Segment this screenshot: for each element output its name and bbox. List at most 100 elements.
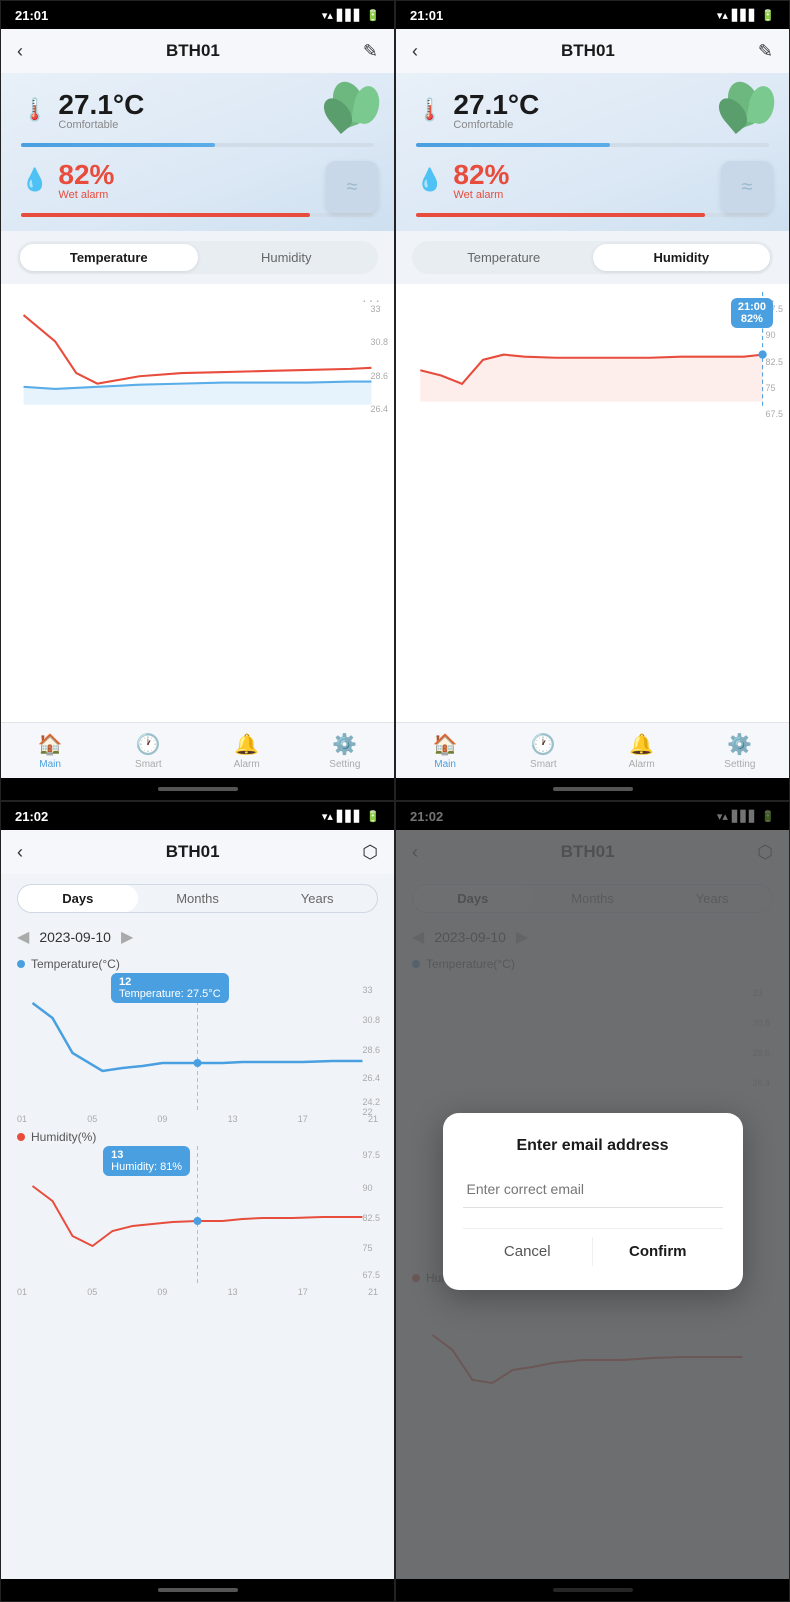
tooltip-value: 82%	[738, 313, 766, 325]
setting-label-2: Setting	[724, 759, 755, 770]
axis-label-2: 75	[765, 383, 783, 393]
temp-value-2: 27.1°C	[453, 89, 539, 121]
status-bar-2: 21:01 ▾▴ ▋▋▋ 🔋	[396, 1, 789, 29]
setting-label-1: Setting	[329, 759, 360, 770]
date-value-3: 2023-09-10	[39, 929, 111, 945]
smart-label-1: Smart	[135, 759, 162, 770]
axis-label-2: 90	[765, 330, 783, 340]
temp-icon-2: 🌡️	[416, 97, 443, 123]
signal-icon-3: ▋▋▋	[337, 810, 362, 823]
tab-humidity-2[interactable]: Humidity	[593, 244, 771, 271]
temp-progress-fill-2	[416, 143, 610, 147]
alarm-label-1: Alarm	[234, 759, 260, 770]
wifi-icon: ▾▴	[322, 9, 333, 22]
cancel-button-4[interactable]: Cancel	[463, 1229, 593, 1274]
axis-label-2: 67.5	[765, 409, 783, 419]
svg-text:75: 75	[363, 1243, 373, 1253]
tab-temperature-2[interactable]: Temperature	[415, 244, 593, 271]
share-icon-3[interactable]: ⬡	[362, 842, 378, 863]
wifi-icon-3: ▾▴	[322, 810, 333, 823]
back-icon-3[interactable]: ‹	[17, 842, 23, 863]
nav-alarm-1[interactable]: 🔔 Alarm	[198, 723, 296, 778]
main-label-2: Main	[434, 759, 456, 770]
chart-area-2: ··· 21:00 82% 97.5 90 82.5 75 67.5	[396, 284, 789, 722]
hum-progress-fill-1	[21, 213, 310, 217]
edit-icon-2[interactable]: ✎	[758, 41, 773, 62]
hum-chart-label-3: Humidity(%)	[31, 1130, 96, 1144]
nav-setting-2[interactable]: ⚙️ Setting	[691, 723, 789, 778]
hum-label-row-3: Humidity(%)	[1, 1124, 394, 1146]
home-bar-2	[553, 787, 633, 791]
panel-top-right: 21:01 ▾▴ ▋▋▋ 🔋 ‹ BTH01 ✎ 🌡️ 27.1°C Comfo…	[395, 0, 790, 801]
setting-icon-2: ⚙️	[727, 732, 752, 757]
nav-smart-2[interactable]: 🕐 Smart	[494, 723, 592, 778]
status-icons-3: ▾▴ ▋▋▋ 🔋	[322, 810, 380, 823]
back-icon-1[interactable]: ‹	[17, 41, 23, 62]
tab-humidity-1[interactable]: Humidity	[198, 244, 376, 271]
chart-svg-1	[13, 292, 382, 412]
device-symbol-1: ≈	[347, 176, 358, 199]
hum-tooltip-val-3: Humidity: 81%	[111, 1161, 182, 1173]
panel-top-left: 21:01 ▾▴ ▋▋▋ 🔋 ‹ BTH01 ✎ 🌡️ 27.1°C Comfo…	[0, 0, 395, 801]
svg-text:28.6: 28.6	[363, 1045, 381, 1055]
svg-text:26.4: 26.4	[363, 1073, 381, 1083]
email-modal: Enter email address Cancel Confirm	[443, 1113, 743, 1290]
status-icons-2: ▾▴ ▋▋▋ 🔋	[717, 9, 775, 22]
smart-label-2: Smart	[530, 759, 557, 770]
nav-main-1[interactable]: 🏠 Main	[1, 723, 99, 778]
period-months-3[interactable]: Months	[138, 885, 258, 912]
plant-decoration-1	[304, 81, 384, 171]
temp-icon-1: 🌡️	[21, 97, 48, 123]
svg-text:67.5: 67.5	[363, 1270, 381, 1280]
svg-text:90: 90	[363, 1183, 373, 1193]
nav-title-1: BTH01	[166, 41, 220, 61]
nav-smart-1[interactable]: 🕐 Smart	[99, 723, 197, 778]
home-indicator-3	[1, 1579, 394, 1601]
hum-icon-2: 💧	[416, 167, 443, 193]
smart-icon-2: 🕐	[531, 732, 556, 757]
tooltip-temp-3: Temperature: 27.5°C	[119, 988, 221, 1000]
nav-title-2: BTH01	[561, 41, 615, 61]
svg-text:22: 22	[363, 1107, 373, 1117]
nav-setting-1[interactable]: ⚙️ Setting	[296, 723, 394, 778]
chart-axis-1: 33 30.8 28.6 26.4	[370, 304, 388, 414]
edit-icon-1[interactable]: ✎	[363, 41, 378, 62]
temp-chart-label-3: Temperature(°C)	[31, 957, 120, 971]
temp-tooltip-3: 12 Temperature: 27.5°C	[111, 973, 229, 1003]
date-prev-3[interactable]: ◀	[17, 927, 29, 947]
status-time-2: 21:01	[410, 8, 443, 23]
confirm-button-4[interactable]: Confirm	[593, 1229, 723, 1274]
chart-area-1: ··· 33 30.8 28.6 26.4	[1, 284, 394, 722]
modal-overlay-4: Enter email address Cancel Confirm	[396, 802, 789, 1601]
modal-buttons-4: Cancel Confirm	[463, 1228, 723, 1274]
period-days-3[interactable]: Days	[18, 885, 138, 912]
battery-icon-2: 🔋	[761, 9, 775, 22]
nav-alarm-2[interactable]: 🔔 Alarm	[593, 723, 691, 778]
period-years-3[interactable]: Years	[257, 885, 377, 912]
email-input-4[interactable]	[463, 1171, 723, 1208]
alarm-label-2: Alarm	[629, 759, 655, 770]
date-next-3[interactable]: ▶	[121, 927, 133, 947]
svg-text:33: 33	[363, 985, 373, 995]
chart-svg-2	[408, 292, 777, 412]
axis-label: 33	[370, 304, 388, 314]
hum-value-1: 82%	[58, 159, 114, 191]
nav-bar-3: ‹ BTH01 ⬡	[1, 830, 394, 874]
nav-bar-2: ‹ BTH01 ✎	[396, 29, 789, 73]
axis-label: 28.6	[370, 371, 388, 381]
temp-label-row-3: Temperature(°C)	[1, 951, 394, 973]
nav-main-2[interactable]: 🏠 Main	[396, 723, 494, 778]
smart-icon-1: 🕐	[136, 732, 161, 757]
status-time-3: 21:02	[15, 809, 48, 824]
axis-label: 26.4	[370, 404, 388, 414]
temp-dot-3	[17, 960, 25, 968]
home-bar-3	[158, 1588, 238, 1592]
plant-decoration-2	[699, 81, 779, 171]
battery-icon-3: 🔋	[366, 810, 380, 823]
period-tabs-3: Days Months Years	[17, 884, 378, 913]
tab-temperature-1[interactable]: Temperature	[20, 244, 198, 271]
axis-label-2: 82.5	[765, 357, 783, 367]
humidity-tooltip: 21:00 82%	[731, 298, 773, 328]
bottom-nav-1: 🏠 Main 🕐 Smart 🔔 Alarm ⚙️ Setting	[1, 722, 394, 778]
back-icon-2[interactable]: ‹	[412, 41, 418, 62]
